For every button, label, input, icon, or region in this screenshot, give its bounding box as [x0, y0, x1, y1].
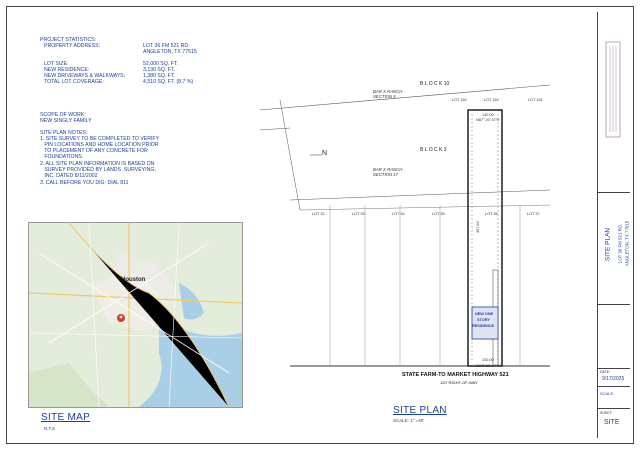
side-dim: 397.94' [476, 220, 480, 233]
block-top-label: B L O C K 10 [420, 81, 450, 87]
site-map-scale: N.T.S [44, 426, 56, 431]
dim-bottom: 130.00' [482, 358, 495, 362]
stamp-area [598, 12, 630, 192]
lot-label: LOT 32 [312, 212, 325, 216]
scope-text: NEW SINGLY FAMILY [40, 118, 92, 124]
notes-cell [598, 304, 630, 368]
lot-label-subject: LOT 36 [485, 212, 498, 216]
bearing-top: N87° 20' 47"E [476, 118, 500, 122]
stat-label-address: PROPERTY ADDRESS: [44, 43, 101, 49]
tb-date-label: DATE: [600, 370, 611, 374]
site-plan-scale: SCALE: 1" =40' [393, 418, 425, 423]
date-cell: DATE: 9/17/2025 [598, 368, 630, 386]
lot-label: LOT 33 [352, 212, 365, 216]
title-block: SITE PLAN LOT 36 FM 521 RD. ANGLETON, TX… [597, 12, 630, 438]
residence-label-1: NEW ONE [475, 312, 494, 316]
ranch-top-section: SECTION 5 [373, 94, 396, 99]
lot-top-label: LOT 162 [484, 98, 499, 102]
site-plan-title: SITE PLAN [393, 405, 447, 416]
lot-top-label: LOT 161 [528, 98, 543, 102]
map-graphic [29, 223, 242, 407]
sheet-cell: SHEET: SITE [598, 408, 630, 438]
sheet-title-cell: SITE PLAN LOT 36 FM 521 RD. ANGLETON, TX… [598, 192, 630, 304]
note-line: 3. CALL BEFORE YOU DIG: DIAL 811 [40, 180, 129, 186]
note-line: INC. DATED 8/11/2002 [40, 173, 98, 179]
north-arrow-label: N [322, 150, 328, 157]
site-map-title: SITE MAP [41, 412, 91, 423]
dim-top: 130.00' [482, 113, 495, 117]
ranch-bottom-section: SECTION 17 [373, 172, 399, 177]
drawing-sheet: PROJECT STATISTICS: PROPERTY ADDRESS: LO… [0, 0, 640, 450]
site-plan-drawing [259, 84, 551, 367]
residence-label-2: STORY [477, 318, 490, 322]
row-label: 120' RIGHT-OF-WAY [440, 380, 478, 385]
tb-scale-label: SCALE: [600, 391, 615, 396]
stamp-graphic [605, 41, 621, 138]
tb-address-1: LOT 36 FM 521 RD. [617, 223, 623, 264]
residence-label-3: RESIDENCE [472, 324, 495, 328]
highway-label: STATE FARM-TO MARKET HIGHWAY 521 [402, 372, 509, 378]
tb-sheet-name: SITE PLAN [604, 227, 612, 262]
lot-label: LOT 35 [432, 212, 445, 216]
scale-cell: SCALE: [598, 386, 630, 408]
map-city-label: Houston [121, 277, 146, 283]
tb-sheet: SITE [604, 419, 620, 426]
block-bottom-label: B L O C K 3 [420, 147, 447, 153]
stat-value-coverage: 4,510 SQ. FT. (8.7 %) [143, 79, 194, 85]
lot-label: LOT 34 [392, 212, 405, 216]
tb-date: 9/17/2025 [602, 376, 625, 382]
stat-value-city: ANGLETON, TX 77515 [143, 49, 197, 55]
tb-sheet-label: SHEET: [600, 411, 613, 415]
lot-label: LOT 37 [527, 212, 540, 216]
bearing-bottom: S87° 20' 17"W [476, 364, 501, 368]
stat-label-coverage: TOTAL LOT COVERAGE: [44, 79, 104, 85]
lot-top-label: LOT 160 [452, 98, 467, 102]
note-line: FOUNDATIONS. [40, 154, 84, 160]
tb-address-2: ANGLETON, TX 77515 [624, 220, 630, 267]
location-map: Houston [28, 222, 243, 408]
